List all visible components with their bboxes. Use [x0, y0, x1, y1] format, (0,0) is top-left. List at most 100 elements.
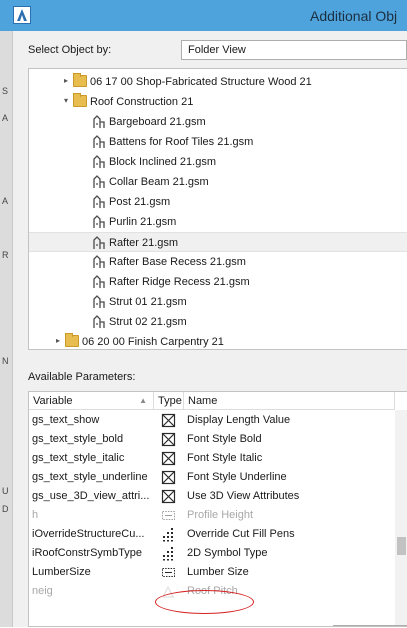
checkbox-cross-icon	[161, 451, 176, 466]
parameter-row[interactable]: iRoofConstrSymbType 2D Symbol Type	[29, 544, 407, 563]
tree-item-label: 06 20 00 Finish Carpentry 21	[82, 336, 224, 348]
additional-objects-dialog: Select Object by: Folder View ▸ 06 17 00 …	[13, 31, 407, 627]
tree-file-row[interactable]: Strut 01 21.gsm	[29, 292, 407, 312]
select-object-by-dropdown[interactable]: Folder View	[181, 40, 407, 60]
folder-icon	[65, 333, 79, 347]
column-header-variable-label: Variable	[33, 395, 73, 407]
tree-item-label: Post 21.gsm	[109, 196, 171, 208]
chevron-right-icon[interactable]: ▸	[56, 336, 64, 345]
sort-ascending-icon: ▲	[139, 396, 147, 405]
background-window-label: U	[2, 486, 9, 496]
column-header-type[interactable]: Type	[154, 392, 184, 410]
gsm-object-icon	[92, 195, 106, 209]
checkbox-cross-icon	[161, 413, 176, 428]
tree-file-row[interactable]: Block Inclined 21.gsm	[29, 152, 407, 172]
parameter-variable: iOverrideStructureCu...	[32, 528, 145, 540]
select-object-by-label: Select Object by:	[28, 44, 112, 56]
column-header-name-label: Name	[188, 395, 218, 407]
parameter-variable: gs_text_style_italic	[32, 452, 125, 464]
tree-file-row[interactable]: Rafter Ridge Recess 21.gsm	[29, 272, 407, 292]
background-window-label: A	[2, 113, 9, 123]
tree-item-label: Roof Construction 21	[90, 96, 194, 108]
select-object-by-value: Folder View	[188, 44, 246, 56]
tree-item-label: Block Inclined 21.gsm	[109, 156, 216, 168]
tree-item-label: Bargeboard 21.gsm	[109, 116, 206, 128]
parameter-row[interactable]: h Profile Height	[29, 506, 407, 525]
tree-item-label: Rafter Base Recess 21.gsm	[109, 256, 246, 268]
gsm-object-icon	[92, 236, 106, 250]
tree-file-row[interactable]: Rafter 21.gsm	[29, 232, 407, 252]
folder-icon	[73, 93, 87, 107]
parameter-variable: gs_use_3D_view_attri...	[32, 490, 150, 502]
tree-item-label: Strut 01 21.gsm	[109, 296, 187, 308]
parameter-row[interactable]: gs_text_show Display Length Value	[29, 411, 407, 430]
parameter-name: Use 3D View Attributes	[187, 490, 300, 502]
parameter-row[interactable]: iOverrideStructureCu... Override Cut Fill…	[29, 525, 407, 544]
parameters-table[interactable]: Variable ▲ Type Name gs_text_show Display…	[28, 391, 407, 627]
tree-file-row[interactable]: Bargeboard 21.gsm	[29, 112, 407, 132]
gsm-object-icon	[92, 135, 106, 149]
length-dashed-icon	[161, 565, 176, 580]
parameter-name: Display Length Value	[187, 414, 291, 426]
parameter-name: Override Cut Fill Pens	[187, 528, 295, 540]
gsm-object-icon	[92, 255, 106, 269]
parameter-variable: iRoofConstrSymbType	[32, 547, 143, 559]
parameter-name: Font Style Underline	[187, 471, 287, 483]
background-window-label: S	[2, 86, 9, 96]
tree-file-row[interactable]: Strut 02 21.gsm	[29, 312, 407, 332]
background-window-label: N	[2, 356, 9, 366]
gsm-object-icon	[92, 115, 106, 129]
background-window-strip: S A A R N UD	[0, 0, 13, 627]
tree-folder-row[interactable]: ▸ 06 17 00 Shop-Fabricated Structure Wood…	[29, 72, 407, 92]
parameter-name: Lumber Size	[187, 566, 249, 578]
tree-item-label: Battens for Roof Tiles 21.gsm	[109, 136, 254, 148]
chevron-down-icon[interactable]: ▾	[64, 96, 72, 105]
folder-icon	[73, 73, 87, 87]
parameter-row[interactable]: gs_text_style_italic Font Style Italic	[29, 449, 407, 468]
checkbox-cross-icon	[161, 432, 176, 447]
column-header-type-label: Type	[158, 395, 182, 407]
tree-file-row[interactable]: Post 21.gsm	[29, 192, 407, 212]
parameter-variable: LumberSize	[32, 566, 91, 578]
gsm-object-icon	[92, 315, 106, 329]
tree-file-row[interactable]: Collar Beam 21.gsm	[29, 172, 407, 192]
parameters-scrollbar-thumb[interactable]	[397, 537, 406, 555]
parameter-name: Font Style Italic	[187, 452, 263, 464]
parameter-row[interactable]: LumberSize Lumber Size	[29, 563, 407, 582]
tree-folder-row[interactable]: ▸ 06 20 00 Finish Carpentry 21	[29, 332, 407, 349]
background-window-label: A	[2, 196, 9, 206]
parameter-row[interactable]: gs_text_style_underline Font Style Underl…	[29, 468, 407, 487]
checkbox-cross-icon	[161, 470, 176, 485]
annotation-circle	[155, 590, 254, 614]
parameter-variable: gs_text_style_bold	[32, 433, 124, 445]
gsm-object-icon	[92, 295, 106, 309]
parameter-variable: gs_text_show	[32, 414, 100, 426]
window-title: Additional Obj	[310, 8, 398, 24]
tree-file-row[interactable]: Battens for Roof Tiles 21.gsm	[29, 132, 407, 152]
chevron-right-icon[interactable]: ▸	[64, 76, 72, 85]
archicad-app-icon	[13, 6, 31, 24]
column-header-name[interactable]: Name	[184, 392, 395, 410]
gsm-object-icon	[92, 175, 106, 189]
parameter-variable: h	[32, 509, 39, 521]
folder-tree[interactable]: ▸ 06 17 00 Shop-Fabricated Structure Wood…	[28, 68, 407, 350]
tree-item-label: 06 17 00 Shop-Fabricated Structure Wood …	[90, 76, 312, 88]
title-bar[interactable]: Additional Obj	[0, 0, 407, 31]
parameters-scrollbar[interactable]	[395, 410, 407, 626]
tree-item-label: Purlin 21.gsm	[109, 216, 177, 228]
column-header-variable[interactable]: Variable ▲	[29, 392, 154, 410]
tree-item-label: Rafter 21.gsm	[109, 237, 179, 249]
length-dashed-icon	[161, 508, 176, 523]
parameter-name: Profile Height	[187, 509, 254, 521]
fill-pattern-icon	[161, 546, 176, 561]
background-window-label: D	[2, 504, 9, 514]
tree-file-row[interactable]: Rafter Base Recess 21.gsm	[29, 252, 407, 272]
tree-item-label: Collar Beam 21.gsm	[109, 176, 209, 188]
tree-file-row[interactable]: Purlin 21.gsm	[29, 212, 407, 232]
parameter-row[interactable]: gs_use_3D_view_attri... Use 3D View Attri…	[29, 487, 407, 506]
gsm-object-icon	[92, 275, 106, 289]
fill-pattern-icon	[161, 527, 176, 542]
parameter-row[interactable]: gs_text_style_bold Font Style Bold	[29, 430, 407, 449]
tree-folder-row[interactable]: ▾ Roof Construction 21	[29, 92, 407, 112]
parameter-name: Font Style Bold	[187, 433, 262, 445]
